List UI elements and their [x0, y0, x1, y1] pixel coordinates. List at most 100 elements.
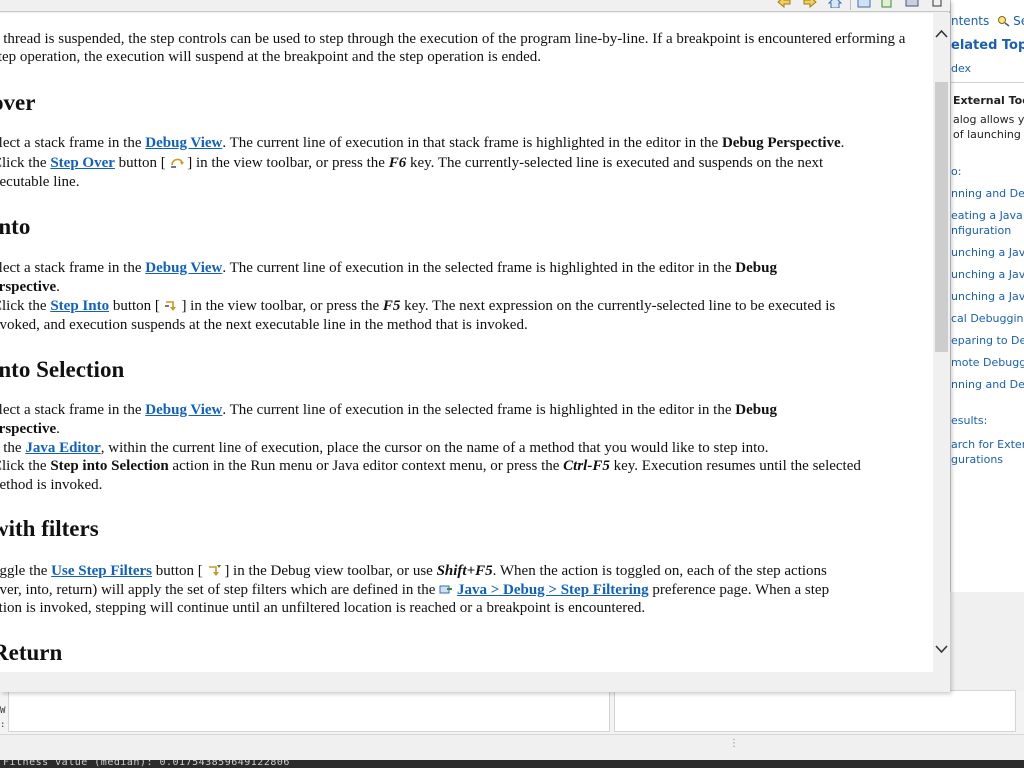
glyph: W: [0, 706, 6, 716]
search-results-link[interactable]: arch for Extern gurations: [951, 437, 1024, 467]
tab-contents-label: ntents: [951, 14, 990, 28]
list-item: Click the Step Over button [ ] in the vi…: [0, 154, 932, 191]
sidebar-divider: [951, 82, 1024, 83]
text: Click the: [0, 298, 47, 314]
chevron-up-icon[interactable]: [934, 26, 949, 42]
debug-view-link[interactable]: Debug View: [145, 135, 222, 151]
list-item: elect a stack frame in the Debug View. T…: [0, 259, 932, 296]
text: n the: [0, 440, 22, 456]
bold-text: Debug: [735, 402, 777, 418]
sidebar-bottom-area: [950, 592, 1024, 690]
section-heading-step-with-filters: with filters: [0, 516, 99, 541]
key-name: Ctrl-F5: [563, 458, 610, 474]
text: ] in the view toolbar, or press the: [183, 155, 389, 171]
text: . The current line of execution in that …: [222, 135, 722, 151]
bold-text: Debug: [735, 260, 777, 276]
sidebar-section-description: alog allows you to s of launching Eclips…: [953, 113, 1024, 141]
text: button [: [109, 298, 164, 314]
text: over, into, return) will apply the set o…: [0, 581, 440, 598]
index-tab[interactable]: dex: [951, 62, 971, 75]
help-toolbar: [0, 0, 950, 12]
list-item: Click the Step into Selection action in …: [0, 457, 932, 494]
text: key. The currently-selected line is exec…: [406, 155, 824, 171]
text: button [: [151, 563, 207, 579]
text: Click the: [0, 155, 47, 171]
help-sidebar: ntents Se elated Topics dex External Too…: [950, 0, 1024, 592]
search-results-label: esults:: [951, 414, 988, 427]
step-filters-icon: [208, 565, 221, 576]
step-into-icon: [164, 301, 176, 311]
related-link[interactable]: unching a Java ode: [951, 267, 1024, 282]
related-link[interactable]: unching a Java: [951, 245, 1024, 260]
tab-search-label: Se: [1013, 14, 1024, 28]
bold-text: erspective: [0, 420, 57, 437]
step-over-link[interactable]: Step Over: [50, 155, 115, 171]
print-icon[interactable]: [905, 0, 919, 8]
debug-view-link[interactable]: Debug View: [145, 402, 222, 418]
list-item: elect a stack frame in the Debug View. T…: [0, 134, 932, 153]
text: .: [840, 135, 845, 151]
sidebar-tabs: ntents Se: [951, 14, 1024, 28]
console-text: Fitness value (median): 0.01754385964912…: [3, 760, 290, 768]
forward-icon[interactable]: [803, 0, 817, 8]
resize-grip-icon[interactable]: ⋮: [729, 738, 739, 749]
related-links-list: nning and De eating a Java a nfiguration…: [951, 186, 1024, 399]
related-link[interactable]: unching a Java: [951, 289, 1024, 304]
text: elect a stack frame in the: [0, 402, 146, 418]
section-heading-step-into: into: [0, 214, 31, 239]
text: nethod is invoked.: [0, 476, 103, 493]
related-link[interactable]: mote Debugg: [951, 355, 1024, 370]
intro-paragraph: n thread is suspended, the step controls…: [0, 31, 906, 65]
bold-text: Debug Perspective: [721, 135, 841, 151]
scrollbar-thumb[interactable]: [935, 82, 948, 352]
home-icon[interactable]: [828, 0, 842, 8]
key-name: Shift+F5: [436, 563, 493, 579]
related-link[interactable]: nning and De: [951, 186, 1024, 201]
status-bar: [0, 734, 1024, 760]
section-heading-step-return: Return: [0, 640, 63, 665]
text: button [: [114, 155, 170, 171]
bold-text: erspective: [0, 278, 57, 295]
glyph: :: [0, 720, 6, 730]
text: . The current line of execution in the s…: [222, 402, 736, 418]
tab-contents[interactable]: ntents: [951, 14, 989, 28]
related-link[interactable]: eating a Java a nfiguration: [951, 208, 1024, 238]
related-link[interactable]: cal Debugging: [951, 311, 1024, 326]
text: elect a stack frame in the: [0, 135, 146, 151]
background-view-left: [8, 690, 610, 732]
text: xecutable line.: [0, 173, 80, 190]
text: . The current line of execution in the s…: [222, 260, 736, 276]
related-topics-heading[interactable]: elated Topics: [951, 38, 1024, 53]
step-filtering-preference-link[interactable]: Java > Debug > Step Filtering: [457, 582, 649, 598]
use-step-filters-link[interactable]: Use Step Filters: [51, 563, 152, 579]
text: elect a stack frame in the: [0, 260, 146, 276]
text: action in the Run menu or Java editor co…: [168, 458, 564, 474]
list-item: Click the Step Into button [ ] in the vi…: [0, 297, 932, 334]
show-in-contents-icon[interactable]: [857, 0, 871, 8]
toolbar-separator: [850, 0, 851, 10]
tab-search[interactable]: Se: [997, 14, 1024, 28]
window-bottom-edge: [0, 672, 950, 692]
search-icon: [998, 16, 1010, 27]
section-heading-step-into-selection: into Selection: [0, 357, 125, 382]
help-content-area: n thread is suspended, the step controls…: [0, 13, 933, 672]
bookmark-icon[interactable]: [880, 0, 894, 8]
sidebar-section-title: External Tools: [953, 94, 1024, 107]
step-into-link[interactable]: Step Into: [50, 298, 109, 314]
debug-view-link[interactable]: Debug View: [145, 260, 222, 276]
maximize-icon[interactable]: [930, 0, 944, 8]
text: oggle the: [0, 563, 48, 579]
java-editor-link[interactable]: Java Editor: [25, 440, 100, 456]
chevron-down-icon[interactable]: [934, 641, 949, 657]
back-icon[interactable]: [777, 0, 791, 8]
bold-text: Step into Selection: [50, 458, 169, 474]
background-view-right: [614, 690, 1016, 732]
console-output: Fitness value (median): 0.01754385964912…: [0, 760, 1024, 768]
related-link[interactable]: eparing to Deb: [951, 333, 1024, 348]
text: ction is invoked, stepping will continue…: [0, 600, 646, 616]
related-link[interactable]: nning and De: [951, 377, 1024, 392]
list-item: elect a stack frame in the Debug View. T…: [0, 401, 932, 438]
section-heading-step-over: over: [0, 90, 36, 115]
text: . When the action is toggled on, each of…: [492, 563, 827, 579]
key-name: F6: [388, 155, 407, 171]
